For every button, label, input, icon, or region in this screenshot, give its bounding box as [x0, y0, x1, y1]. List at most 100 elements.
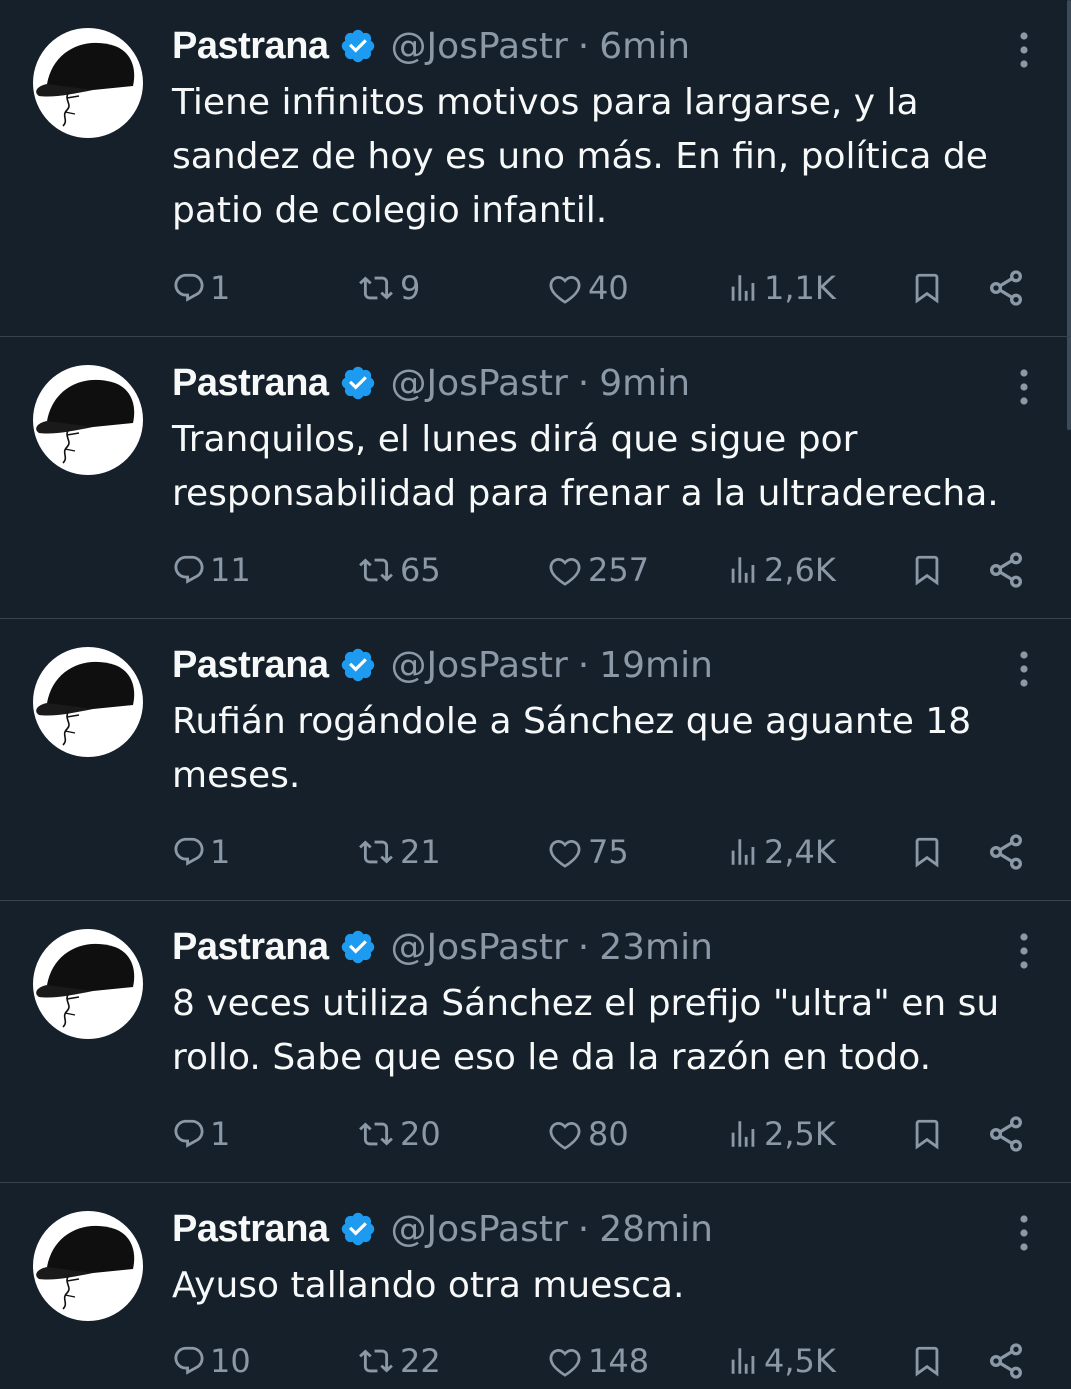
- verified-badge-icon: [339, 646, 377, 684]
- handle[interactable]: @JosPastr: [391, 927, 568, 968]
- reply-button[interactable]: 11: [172, 548, 251, 592]
- views-count: 2,5K: [764, 1115, 836, 1153]
- like-button[interactable]: 257: [546, 548, 649, 592]
- more-options-icon[interactable]: [1012, 367, 1036, 407]
- views-button[interactable]: 1,1K: [726, 266, 836, 310]
- tweet[interactable]: Pastrana @JosPastr · 23min 8 veces utili…: [0, 901, 1071, 1183]
- reply-button[interactable]: 1: [172, 830, 230, 874]
- tweet-header: Pastrana @JosPastr · 23min: [172, 922, 713, 972]
- tweet-text: Tranquilos, el lunes dirá que sigue por …: [172, 419, 999, 514]
- display-name[interactable]: Pastrana: [172, 25, 329, 68]
- share-icon: [990, 270, 1022, 306]
- verified-badge-icon: [339, 1210, 377, 1248]
- like-count: 148: [588, 1342, 650, 1380]
- bookmark-icon: [915, 837, 939, 868]
- heart-icon: [549, 1121, 581, 1150]
- share-icon: [990, 834, 1022, 870]
- timestamp[interactable]: 9min: [599, 363, 690, 404]
- reply-button[interactable]: 1: [172, 266, 230, 310]
- handle[interactable]: @JosPastr: [391, 645, 568, 686]
- tweet[interactable]: Pastrana @JosPastr · 6min Tiene infinito…: [0, 0, 1071, 337]
- heart-icon: [549, 557, 581, 586]
- verified-badge-icon: [339, 364, 377, 402]
- like-button[interactable]: 40: [546, 266, 629, 310]
- views-button[interactable]: 2,4K: [726, 830, 836, 874]
- bookmark-icon: [915, 1119, 939, 1150]
- views-count: 2,6K: [764, 551, 836, 589]
- more-options-icon[interactable]: [1012, 30, 1036, 70]
- more-options-icon[interactable]: [1012, 931, 1036, 971]
- retweet-icon: [359, 1122, 393, 1146]
- retweet-count: 65: [400, 551, 441, 589]
- bookmark-button[interactable]: [910, 548, 944, 592]
- tweet-header: Pastrana @JosPastr · 28min: [172, 1204, 713, 1254]
- avatar[interactable]: [33, 647, 143, 757]
- timestamp[interactable]: 28min: [599, 1209, 713, 1250]
- retweet-icon: [359, 276, 393, 300]
- tweet-text: Ayuso tallando otra muesca.: [172, 1265, 685, 1306]
- like-count: 80: [588, 1115, 629, 1153]
- retweet-button[interactable]: 22: [356, 1339, 441, 1383]
- tweet-actions: 1 20 80 2,5K: [172, 1112, 1032, 1156]
- display-name[interactable]: Pastrana: [172, 644, 329, 687]
- avatar[interactable]: [33, 1211, 143, 1321]
- reply-button[interactable]: 10: [172, 1339, 251, 1383]
- reply-button[interactable]: 1: [172, 1112, 230, 1156]
- share-button[interactable]: [986, 830, 1026, 874]
- like-button[interactable]: 75: [546, 830, 629, 874]
- cap-avatar-image: [36, 661, 135, 746]
- share-icon: [990, 1116, 1022, 1152]
- tweet-header: Pastrana @JosPastr · 19min: [172, 640, 713, 690]
- bookmark-button[interactable]: [910, 1112, 944, 1156]
- timestamp[interactable]: 23min: [599, 927, 713, 968]
- retweet-icon: [359, 558, 393, 582]
- views-button[interactable]: 2,6K: [726, 548, 836, 592]
- like-button[interactable]: 80: [546, 1112, 629, 1156]
- reply-icon: [174, 555, 204, 584]
- more-options-icon[interactable]: [1012, 1213, 1036, 1253]
- timestamp[interactable]: 6min: [599, 26, 690, 67]
- reply-count: 10: [210, 1342, 251, 1380]
- heart-icon: [549, 839, 581, 868]
- share-button[interactable]: [986, 548, 1026, 592]
- retweet-button[interactable]: 21: [356, 830, 441, 874]
- more-options-icon[interactable]: [1012, 649, 1036, 689]
- bookmark-icon: [915, 273, 939, 304]
- tweet[interactable]: Pastrana @JosPastr · 28min Ayuso talland…: [0, 1183, 1071, 1389]
- like-count: 257: [588, 551, 650, 589]
- handle[interactable]: @JosPastr: [391, 1209, 568, 1250]
- handle[interactable]: @JosPastr: [391, 363, 568, 404]
- share-button[interactable]: [986, 1112, 1026, 1156]
- display-name[interactable]: Pastrana: [172, 926, 329, 969]
- retweet-count: 9: [400, 269, 421, 307]
- handle[interactable]: @JosPastr: [391, 26, 568, 67]
- reply-count: 11: [210, 551, 251, 589]
- reply-icon: [174, 1346, 204, 1375]
- display-name[interactable]: Pastrana: [172, 1208, 329, 1251]
- views-button[interactable]: 4,5K: [726, 1339, 836, 1383]
- tweet[interactable]: Pastrana @JosPastr · 9min Tranquilos, el…: [0, 337, 1071, 619]
- reply-icon: [174, 273, 204, 302]
- views-button[interactable]: 2,5K: [726, 1112, 836, 1156]
- share-button[interactable]: [986, 1339, 1026, 1383]
- retweet-button[interactable]: 20: [356, 1112, 441, 1156]
- like-button[interactable]: 148: [546, 1339, 649, 1383]
- retweet-count: 20: [400, 1115, 441, 1153]
- reply-count: 1: [210, 1115, 231, 1153]
- avatar[interactable]: [33, 365, 143, 475]
- retweet-icon: [359, 1349, 393, 1373]
- timestamp[interactable]: 19min: [599, 645, 713, 686]
- bookmark-button[interactable]: [910, 830, 944, 874]
- bookmark-button[interactable]: [910, 1339, 944, 1383]
- share-button[interactable]: [986, 266, 1026, 310]
- retweet-button[interactable]: 65: [356, 548, 441, 592]
- retweet-button[interactable]: 9: [356, 266, 420, 310]
- views-icon: [731, 1348, 755, 1374]
- display-name[interactable]: Pastrana: [172, 362, 329, 405]
- like-count: 40: [588, 269, 629, 307]
- bookmark-button[interactable]: [910, 266, 944, 310]
- avatar[interactable]: [33, 929, 143, 1039]
- avatar[interactable]: [33, 28, 143, 138]
- tweet[interactable]: Pastrana @JosPastr · 19min Rufián rogánd…: [0, 619, 1071, 901]
- bookmark-icon: [915, 555, 939, 586]
